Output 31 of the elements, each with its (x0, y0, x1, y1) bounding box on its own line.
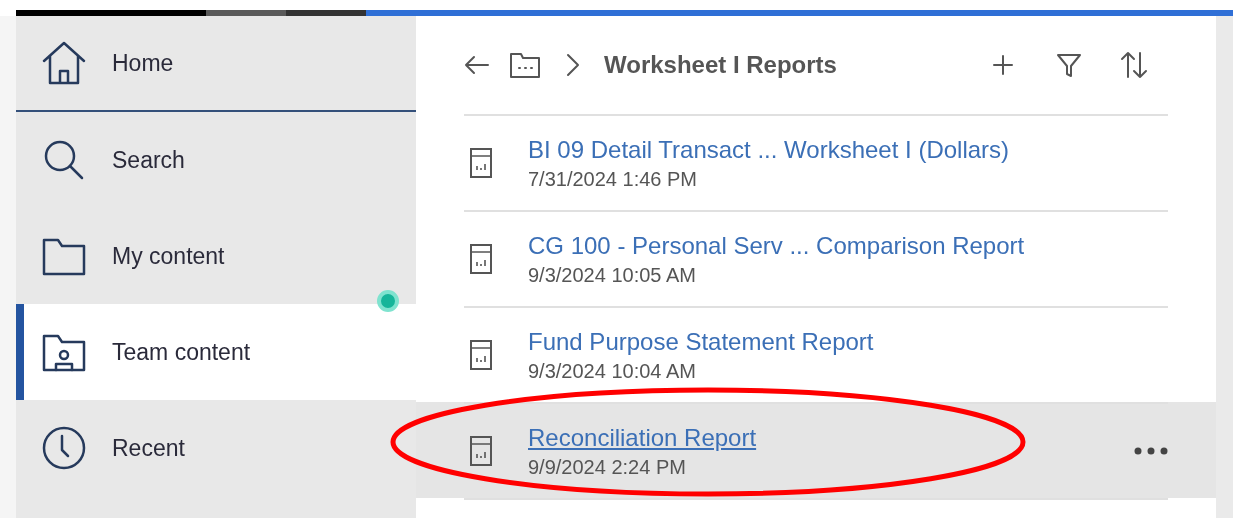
report-icon (470, 244, 492, 274)
report-row[interactable]: BI 09 Detail Transact ... Worksheet I (Dollars) 7/31/2024 1:46 PM (416, 114, 1216, 210)
home-icon (40, 39, 88, 87)
clock-icon (40, 424, 88, 472)
sidebar-item[interactable]: Team content (16, 304, 416, 400)
chevron-icon (566, 53, 580, 77)
sidebar-item[interactable]: Search (16, 112, 416, 208)
filter-icon[interactable] (1056, 52, 1082, 78)
sidebar-item[interactable]: Home (16, 16, 416, 112)
modified-date: 9/3/2024 10:05 AM (528, 263, 697, 288)
folder-title: Worksheet I Reports (604, 50, 837, 80)
modified-date: 7/31/2024 1:46 PM (528, 167, 698, 192)
report-link[interactable]: Reconciliation Report (528, 422, 757, 454)
report-link[interactable]: BI 09 Detail Transact ... Worksheet I (Dollars) (528, 134, 1010, 166)
sidebar-item[interactable]: Recent (16, 400, 416, 496)
report-row[interactable]: Reconciliation Report 9/9/2024 2:24 PM (416, 402, 1216, 498)
back-arrow-icon[interactable] (464, 55, 490, 75)
report-row[interactable]: CG 100 - Personal Serv ... Comparison Report 9/3/2024 10:05 AM (416, 210, 1216, 306)
report-link[interactable]: CG 100 - Personal Serv ... Comparison Report (528, 230, 1025, 262)
report-link[interactable]: Fund Purpose Statement Report (528, 326, 874, 358)
add-icon[interactable] (992, 54, 1014, 76)
report-icon (470, 148, 492, 178)
sort-icon[interactable] (1120, 51, 1148, 79)
more-icon[interactable] (1134, 447, 1168, 455)
report-icon (470, 340, 492, 370)
folder-icon[interactable] (510, 52, 540, 78)
report-icon (470, 436, 492, 466)
sidebar-item[interactable]: My content (16, 208, 416, 304)
modified-date: 9/3/2024 10:04 AM (528, 359, 697, 384)
modified-date: 9/9/2024 2:24 PM (528, 455, 687, 480)
report-row[interactable]: Fund Purpose Statement Report 9/3/2024 10:04 AM (416, 306, 1216, 402)
